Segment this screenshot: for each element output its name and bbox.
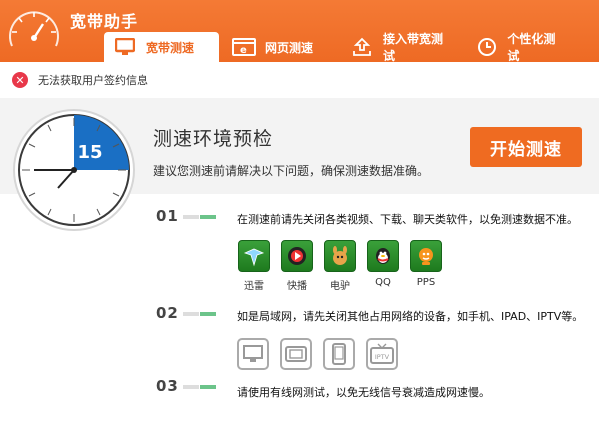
- main-tabs: 宽带测速 e 网页测速 接入带宽测试 个性化测试: [104, 32, 580, 63]
- kuaibo-icon: [281, 240, 313, 272]
- tab-custom-test[interactable]: 个性化测试: [466, 32, 576, 63]
- svg-text:IPTV: IPTV: [375, 353, 390, 361]
- step-text: 请使用有线网测试，以免无线信号衰减造成网速慢。: [237, 386, 490, 399]
- tab-label: 网页测速: [265, 40, 314, 55]
- clock-value: 15: [77, 142, 102, 163]
- app-xunlei: 迅雷: [237, 240, 271, 292]
- upload-icon: [350, 36, 375, 58]
- tab-label: 个性化测试: [507, 32, 556, 63]
- notice-text: 无法获取用户签约信息: [38, 74, 148, 87]
- tab-label: 宽带测速: [146, 40, 195, 55]
- step-divider-accent: [200, 385, 216, 389]
- monitor-icon: [112, 36, 138, 58]
- browser-icon: e: [231, 36, 257, 58]
- phone-device-icon: [323, 338, 355, 370]
- iptv-device-icon: IPTV: [366, 338, 398, 370]
- app-label: 迅雷: [244, 281, 264, 292]
- step-divider: [183, 215, 199, 219]
- step-divider: [183, 312, 199, 316]
- monitor-device-icon: [237, 338, 269, 370]
- tab-web-speed-test[interactable]: e 网页测速: [223, 32, 338, 62]
- app-title: 宽带助手: [70, 12, 139, 31]
- start-test-button[interactable]: 开始测速: [470, 127, 582, 167]
- stopwatch-icon: 15: [13, 109, 135, 231]
- title-bar: 宽带助手 宽带测速 e 网页测速 接入带宽测试 个性化测试: [0, 0, 599, 63]
- step-number: 01: [156, 207, 179, 225]
- step-text: 在测速前请先关闭各类视频、下载、聊天类软件，以免测速数据不准。: [237, 213, 578, 226]
- step-divider-accent: [200, 312, 216, 316]
- speedometer-logo-icon: [9, 11, 59, 47]
- app-pps: PPS: [409, 240, 443, 288]
- step-text: 如是局域网，请先关闭其他占用网络的设备，如手机、IPAD、IPTV等。: [237, 310, 584, 323]
- app-edonkey: 电驴: [323, 240, 357, 292]
- tab-label: 接入带宽测试: [382, 32, 443, 63]
- app-kuaibo: 快播: [280, 240, 314, 292]
- error-icon: ✕: [12, 72, 28, 88]
- banner-title: 测速环境预检: [153, 128, 274, 150]
- tablet-device-icon: [280, 338, 312, 370]
- app-label: 电驴: [330, 281, 350, 292]
- step-divider-accent: [200, 215, 216, 219]
- banner-subtitle: 建议您测速前请解决以下问题，确保测速数据准确。: [153, 164, 430, 178]
- signup-info-notice: ✕ 无法获取用户签约信息: [12, 72, 148, 88]
- qq-icon: [367, 240, 399, 272]
- app-qq: QQ: [366, 240, 400, 288]
- clock-icon: [474, 36, 499, 58]
- app-label: PPS: [416, 277, 436, 288]
- svg-text:e: e: [240, 45, 247, 56]
- app-label: QQ: [375, 277, 391, 288]
- xunlei-icon: [238, 240, 270, 272]
- step-number: 03: [156, 377, 179, 395]
- step-divider: [183, 385, 199, 389]
- step-number: 02: [156, 304, 179, 322]
- app-label: 快播: [287, 281, 307, 292]
- pps-icon: [410, 240, 442, 272]
- edonkey-icon: [324, 240, 356, 272]
- tab-access-bandwidth-test[interactable]: 接入带宽测试: [342, 32, 462, 63]
- tab-broadband-speed-test[interactable]: 宽带测速: [104, 32, 219, 62]
